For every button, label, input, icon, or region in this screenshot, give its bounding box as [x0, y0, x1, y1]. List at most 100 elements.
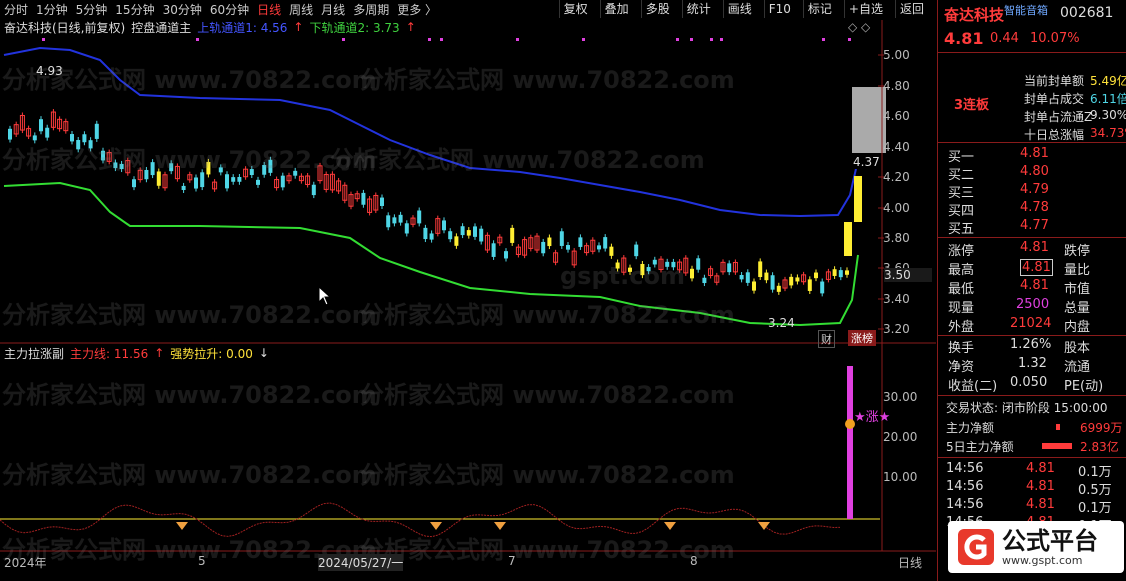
candle-body [194, 177, 198, 189]
zhangbang-badge[interactable]: 涨榜 [848, 330, 876, 346]
bid-label: 买一 [948, 150, 975, 165]
price-tick: 4.40 [883, 140, 910, 154]
concept-tag[interactable]: 智能音箱 [1004, 2, 1048, 18]
logo-url: www.gspt.com [1002, 553, 1083, 567]
quote-label: 最低 [948, 282, 975, 297]
candle-body [225, 174, 229, 189]
quote-value: 2500 [1016, 297, 1050, 312]
lianban-badge: 3连板 [954, 98, 990, 113]
tick-price: 4.81 [1026, 461, 1055, 476]
candle-body [280, 175, 285, 188]
net-5d-bar [1042, 443, 1072, 449]
logo-g-icon [958, 529, 994, 565]
stat-label: 收益(二) [948, 379, 998, 394]
mouse-cursor-icon [318, 286, 332, 306]
price-tick: 4.80 [883, 79, 910, 93]
x-cursor-date: 2024/05/27/一 [318, 554, 404, 571]
candle-body [491, 243, 496, 257]
candle-body [237, 177, 242, 182]
watermark: 分析家公式网 www.70822.com [330, 146, 705, 174]
watermark: 分析家公式网 www.70822.com [360, 381, 735, 409]
signal-dot [690, 38, 693, 41]
tick-time: 14:56 [946, 497, 984, 512]
candle-body [504, 251, 508, 259]
quote-value: 4.81 [1020, 240, 1049, 255]
quote-value: 4.81 [1020, 259, 1053, 276]
candle-body [814, 272, 818, 279]
candle-body [789, 276, 794, 286]
candle-body [752, 281, 756, 291]
signal-dot [676, 38, 679, 41]
candle-body [392, 217, 397, 224]
price-change: 0.44 [990, 31, 1019, 46]
candle-body [844, 222, 852, 256]
candle-body [739, 275, 744, 280]
candle-body [597, 245, 601, 250]
candle-body [448, 231, 453, 240]
finance-badge[interactable]: 财 [818, 330, 835, 348]
candle-body [454, 236, 459, 246]
crosshair-price: 3.50 [884, 268, 932, 282]
diamond-icon [176, 522, 188, 530]
main-line-arrow: ↑ [154, 346, 165, 360]
quote-label: 总量 [1064, 301, 1091, 316]
diamond-icon [430, 522, 442, 530]
price-tick: 3.20 [883, 322, 910, 336]
candle-body [770, 275, 775, 290]
candle-body [845, 270, 849, 275]
stat-value: 1.26% [1010, 337, 1052, 352]
strong-rise-value: 强势拉升: 0.00 [170, 346, 253, 361]
last-price: 4.81 [944, 29, 984, 48]
net-5d-label: 5日主力净额 [946, 440, 1014, 454]
strong-rise-arrow: ↓ [258, 346, 269, 360]
signal-dot [848, 38, 851, 41]
tick-price: 4.81 [1026, 497, 1055, 512]
candle-body [764, 272, 769, 281]
main-line-value: 主力线: 11.56 [70, 346, 149, 361]
signal-dot [582, 38, 585, 41]
candle-body [460, 226, 465, 236]
candle-body [417, 210, 422, 224]
price-tick: 4.00 [883, 201, 910, 215]
seal-value: 34.73% [1090, 126, 1126, 140]
candle-body [510, 227, 515, 243]
seal-label: 十日总涨幅 [1024, 128, 1085, 142]
quote-value: 4.81 [1020, 278, 1049, 293]
candle-body [361, 192, 366, 205]
sub-indicator-name[interactable]: 主力拉涨副 [4, 345, 64, 362]
trade-state: 交易状态: 闭市阶段 15:00:00 [946, 401, 1108, 415]
candle-body [473, 226, 477, 237]
diamond-icon [758, 522, 770, 530]
x-tick: 7 [508, 554, 516, 568]
watermark: 分析家公式网 www.70822.com [360, 536, 735, 564]
price-tick: 3.80 [883, 231, 910, 245]
watermark: 分析家公式网 www.70822.com [360, 461, 735, 489]
candle-body [547, 237, 552, 247]
diamond-icon [494, 522, 506, 530]
quote-value: 21024 [1010, 316, 1052, 331]
candle-body [398, 214, 403, 223]
candle-body [854, 176, 862, 222]
candle-body [603, 237, 608, 249]
seal-label: 封单占成交 [1024, 92, 1085, 106]
stat-value: 0.050 [1010, 375, 1048, 390]
signal-dot [440, 38, 443, 41]
price-change-pct: 10.07% [1030, 31, 1080, 46]
bid-price: 4.77 [1020, 218, 1049, 233]
candle-body [566, 245, 570, 250]
watermark: 分析家公式网 www.70822.com [2, 461, 377, 489]
tick-volume: 0.1万 [1078, 501, 1112, 516]
bid-price: 4.80 [1020, 164, 1049, 179]
candle-body [776, 285, 781, 292]
candle-body [832, 269, 837, 276]
watermark: 分析家公式网 www.70822.com [2, 146, 377, 174]
tick-time: 14:56 [946, 461, 984, 476]
tick-volume: 0.5万 [1078, 483, 1112, 498]
candle-body [758, 261, 763, 278]
signal-dot [342, 38, 345, 41]
signal-dot [720, 38, 723, 41]
seal-value: 5.49亿 [1090, 74, 1126, 88]
sub-tick: 20.00 [883, 430, 918, 444]
signal-dot [196, 38, 199, 41]
quote-label: 市值 [1064, 282, 1091, 297]
